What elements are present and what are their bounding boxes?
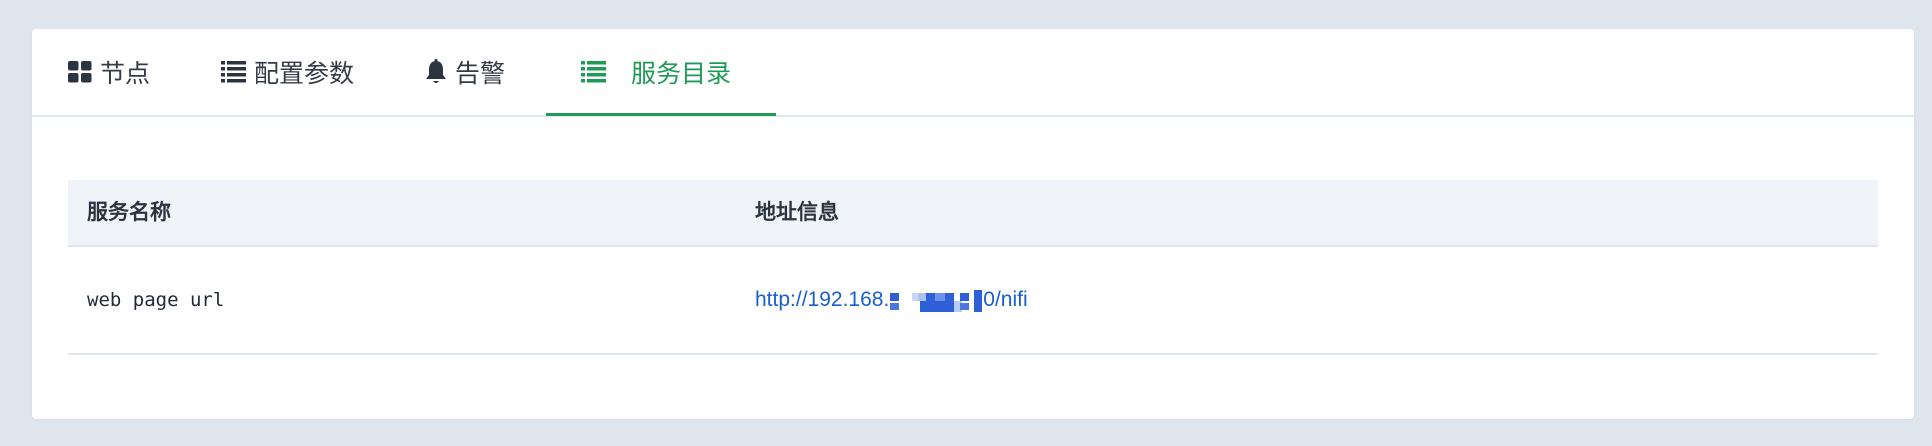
list-icon — [581, 61, 606, 83]
tab-config-params[interactable]: 配置参数 — [221, 29, 354, 115]
bell-icon — [425, 59, 447, 85]
tab-nodes[interactable]: 节点 — [68, 29, 150, 115]
list-icon — [221, 61, 246, 83]
service-url-link[interactable]: http://192.168. 0/nifi — [755, 247, 1028, 353]
tab-service-catalog[interactable]: 服务目录 — [581, 29, 731, 115]
url-suffix: 0/nifi — [983, 288, 1028, 311]
tab-alerts-label: 告警 — [455, 60, 506, 88]
column-header-service-name: 服务名称 — [87, 201, 171, 224]
service-panel-card: 节点 配置参数 告警 服务目录 服务名称 地址信息 web page url h… — [32, 29, 1914, 419]
grid-icon — [68, 61, 92, 83]
tab-service-catalog-label: 服务目录 — [631, 60, 732, 88]
tab-bar: 节点 配置参数 告警 服务目录 — [32, 29, 1914, 117]
table-header: 服务名称 地址信息 — [68, 180, 1878, 247]
active-tab-indicator — [546, 113, 776, 116]
service-table: 服务名称 地址信息 web page url http://192.168. 0… — [68, 180, 1878, 355]
url-prefix: http://192.168. — [755, 288, 890, 311]
tab-config-params-label: 配置参数 — [254, 60, 355, 88]
table-row: web page url http://192.168. 0/nifi — [68, 247, 1878, 355]
tab-nodes-label: 节点 — [100, 60, 151, 88]
redacted-pixelation — [890, 288, 983, 312]
tab-alerts[interactable]: 告警 — [425, 29, 505, 115]
service-name-cell: web page url — [87, 289, 225, 311]
column-header-address: 地址信息 — [755, 201, 839, 224]
